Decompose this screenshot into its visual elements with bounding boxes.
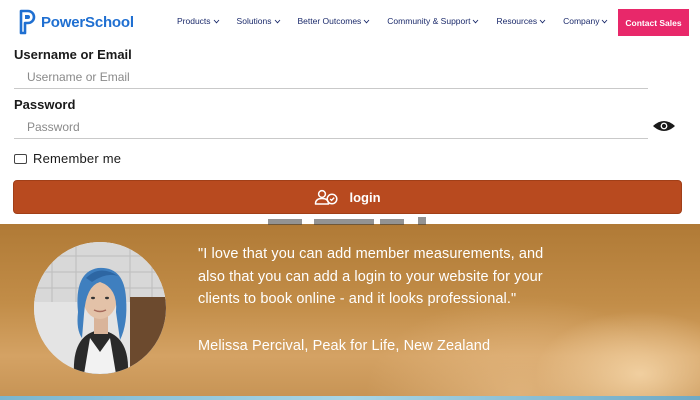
testimonial-quote: "I love that you can add member measurem…: [198, 243, 638, 311]
nav-item-products[interactable]: Products: [177, 16, 220, 26]
login-form: Username or Email Password Remember me l…: [0, 46, 700, 224]
nav-item-resources[interactable]: Resources: [496, 16, 546, 26]
password-input[interactable]: [14, 115, 648, 139]
remember-me-row[interactable]: Remember me: [14, 151, 121, 166]
page: PowerSchool Products Solutions Better Ou…: [0, 0, 700, 400]
nav-item-label: Community & Support: [387, 16, 471, 26]
chevron-down-icon: [274, 19, 280, 23]
chevron-down-icon: [213, 19, 219, 23]
nav-item-better-outcomes[interactable]: Better Outcomes: [298, 16, 371, 26]
testimonial-photo: [34, 242, 166, 374]
nav-item-solutions[interactable]: Solutions: [237, 16, 281, 26]
quote-line: also that you can add a login to your we…: [198, 268, 543, 285]
username-input[interactable]: [14, 65, 648, 89]
main-nav: Products Solutions Better Outcomes Commu…: [177, 16, 608, 26]
nav-item-label: Products: [177, 16, 211, 26]
users-icon: [315, 189, 339, 205]
powerschool-logo[interactable]: PowerSchool: [18, 9, 134, 35]
contact-sales-button[interactable]: Contact Sales: [618, 9, 689, 36]
clipped-text-fragment: [268, 217, 426, 225]
chevron-down-icon: [539, 19, 546, 23]
nav-item-label: Better Outcomes: [297, 16, 362, 26]
username-label: Username or Email: [14, 47, 132, 62]
login-button-label: login: [349, 189, 381, 205]
chevron-down-icon: [602, 19, 608, 23]
nav-item-label: Company: [563, 16, 600, 26]
nav-item-company[interactable]: Company: [563, 16, 608, 26]
top-navbar: PowerSchool Products Solutions Better Ou…: [0, 0, 700, 46]
powerschool-logo-icon: [19, 9, 36, 35]
remember-me-label: Remember me: [33, 151, 122, 166]
banner-bottom-strip: [0, 396, 700, 400]
password-label: Password: [14, 97, 76, 112]
avatar: [34, 242, 166, 374]
chevron-down-icon: [363, 19, 370, 23]
eye-icon[interactable]: [652, 120, 676, 132]
login-button[interactable]: login: [13, 180, 682, 214]
nav-item-label: Solutions: [236, 16, 272, 26]
quote-line: clients to book online - and it looks pr…: [198, 291, 517, 307]
remember-me-checkbox[interactable]: [14, 153, 27, 164]
logo-text: PowerSchool: [41, 13, 134, 31]
nav-item-label: Resources: [496, 16, 538, 26]
testimonial-author: Melissa Percival, Peak for Life, New Zea…: [198, 338, 491, 354]
quote-line: "I love that you can add member measurem…: [198, 246, 544, 262]
nav-item-community-support[interactable]: Community & Support: [387, 16, 479, 26]
testimonial-banner: "I love that you can add member measurem…: [0, 224, 700, 400]
chevron-down-icon: [473, 19, 479, 23]
